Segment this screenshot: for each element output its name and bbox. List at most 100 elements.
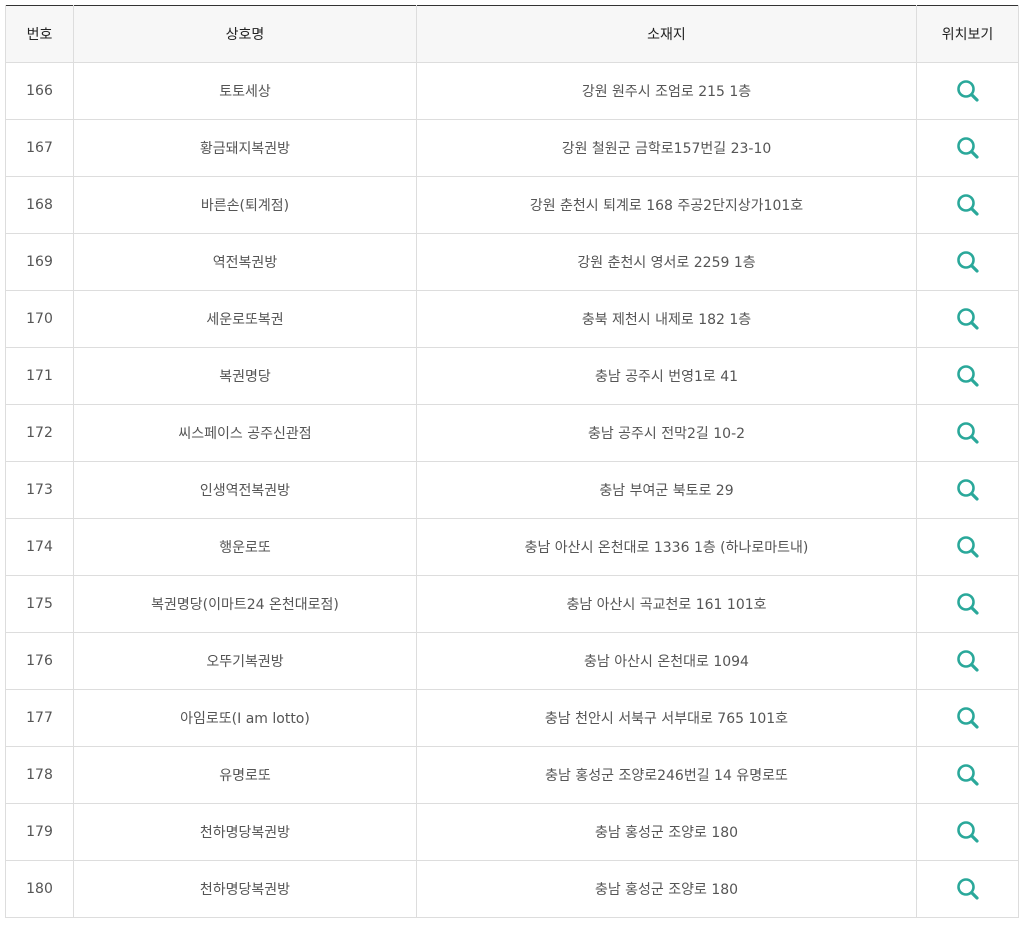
search-icon (956, 365, 979, 387)
store-address: 충남 공주시 전막2길 10-2 (416, 404, 917, 462)
view-location-button[interactable] (954, 191, 982, 219)
store-number: 170 (5, 290, 74, 348)
store-address: 충남 부여군 북토로 29 (416, 461, 917, 519)
store-name: 인생역전복권방 (73, 461, 417, 519)
store-address: 강원 춘천시 영서로 2259 1층 (416, 233, 917, 291)
table-row: 173 인생역전복권방 충남 부여군 북토로 29 (5, 461, 1019, 519)
search-icon (956, 650, 979, 672)
view-location-button[interactable] (954, 647, 982, 675)
store-name: 씨스페이스 공주신관점 (73, 404, 417, 462)
table-body: 166 토토세상 강원 원주시 조엄로 215 1층 167 황금돼지복권방 강… (5, 62, 1019, 918)
search-icon (956, 251, 979, 273)
table-row: 180 천하명당복권방 충남 홍성군 조양로 180 (5, 860, 1019, 918)
map-cell (916, 290, 1019, 348)
search-icon (956, 80, 979, 102)
store-number: 166 (5, 62, 74, 120)
store-number: 180 (5, 860, 74, 918)
map-cell (916, 803, 1019, 861)
header-number: 번호 (5, 5, 74, 63)
view-location-button[interactable] (954, 875, 982, 903)
search-icon (956, 308, 979, 330)
search-icon (956, 821, 979, 843)
table-row: 167 황금돼지복권방 강원 철원군 금학로157번길 23-10 (5, 119, 1019, 177)
map-cell (916, 746, 1019, 804)
table-row: 172 씨스페이스 공주신관점 충남 공주시 전막2길 10-2 (5, 404, 1019, 462)
search-icon (956, 479, 979, 501)
store-number: 174 (5, 518, 74, 576)
map-cell (916, 461, 1019, 519)
store-address: 충남 아산시 온천대로 1336 1층 (하나로마트내) (416, 518, 917, 576)
table-row: 174 행운로또 충남 아산시 온천대로 1336 1층 (하나로마트내) (5, 518, 1019, 576)
store-address: 강원 춘천시 퇴계로 168 주공2단지상가101호 (416, 176, 917, 234)
store-number: 179 (5, 803, 74, 861)
store-name: 복권명당 (73, 347, 417, 405)
store-address: 충남 아산시 온천대로 1094 (416, 632, 917, 690)
table-row: 179 천하명당복권방 충남 홍성군 조양로 180 (5, 803, 1019, 861)
table-row: 175 복권명당(이마트24 온천대로점) 충남 아산시 곡교천로 161 10… (5, 575, 1019, 633)
store-name: 역전복권방 (73, 233, 417, 291)
map-cell (916, 689, 1019, 747)
store-address: 강원 철원군 금학로157번길 23-10 (416, 119, 917, 177)
map-cell (916, 404, 1019, 462)
table-row: 166 토토세상 강원 원주시 조엄로 215 1층 (5, 62, 1019, 120)
view-location-button[interactable] (954, 704, 982, 732)
store-address: 충남 홍성군 조양로 180 (416, 860, 917, 918)
table-header-row: 번호 상호명 소재지 위치보기 (5, 5, 1019, 63)
map-cell (916, 119, 1019, 177)
view-location-button[interactable] (954, 419, 982, 447)
search-icon (956, 764, 979, 786)
store-list-table: 번호 상호명 소재지 위치보기 166 토토세상 강원 원주시 조엄로 215 … (5, 5, 1019, 918)
header-address: 소재지 (416, 5, 917, 63)
header-name: 상호명 (73, 5, 417, 63)
search-icon (956, 878, 979, 900)
map-cell (916, 518, 1019, 576)
store-name: 토토세상 (73, 62, 417, 120)
table-row: 178 유명로또 충남 홍성군 조양로246번길 14 유명로또 (5, 746, 1019, 804)
search-icon (956, 422, 979, 444)
header-map: 위치보기 (916, 5, 1019, 63)
store-name: 천하명당복권방 (73, 803, 417, 861)
store-address: 충남 천안시 서북구 서부대로 765 101호 (416, 689, 917, 747)
table-row: 171 복권명당 충남 공주시 번영1로 41 (5, 347, 1019, 405)
map-cell (916, 632, 1019, 690)
store-number: 173 (5, 461, 74, 519)
view-location-button[interactable] (954, 533, 982, 561)
view-location-button[interactable] (954, 362, 982, 390)
map-cell (916, 347, 1019, 405)
store-name: 바른손(퇴계점) (73, 176, 417, 234)
store-name: 복권명당(이마트24 온천대로점) (73, 575, 417, 633)
table-row: 168 바른손(퇴계점) 강원 춘천시 퇴계로 168 주공2단지상가101호 (5, 176, 1019, 234)
store-name: 행운로또 (73, 518, 417, 576)
store-address: 충남 홍성군 조양로 180 (416, 803, 917, 861)
store-number: 169 (5, 233, 74, 291)
store-number: 177 (5, 689, 74, 747)
view-location-button[interactable] (954, 476, 982, 504)
view-location-button[interactable] (954, 818, 982, 846)
view-location-button[interactable] (954, 305, 982, 333)
table-row: 170 세운로또복권 충북 제천시 내제로 182 1층 (5, 290, 1019, 348)
view-location-button[interactable] (954, 590, 982, 618)
view-location-button[interactable] (954, 761, 982, 789)
map-cell (916, 233, 1019, 291)
store-name: 유명로또 (73, 746, 417, 804)
view-location-button[interactable] (954, 77, 982, 105)
store-name: 아임로또(I am lotto) (73, 689, 417, 747)
map-cell (916, 62, 1019, 120)
table-row: 177 아임로또(I am lotto) 충남 천안시 서북구 서부대로 765… (5, 689, 1019, 747)
search-icon (956, 707, 979, 729)
store-name: 세운로또복권 (73, 290, 417, 348)
store-address: 충남 아산시 곡교천로 161 101호 (416, 575, 917, 633)
store-number: 167 (5, 119, 74, 177)
store-name: 황금돼지복권방 (73, 119, 417, 177)
search-icon (956, 137, 979, 159)
store-number: 172 (5, 404, 74, 462)
store-number: 175 (5, 575, 74, 633)
search-icon (956, 593, 979, 615)
search-icon (956, 536, 979, 558)
map-cell (916, 176, 1019, 234)
store-address: 충북 제천시 내제로 182 1층 (416, 290, 917, 348)
store-number: 178 (5, 746, 74, 804)
view-location-button[interactable] (954, 248, 982, 276)
map-cell (916, 575, 1019, 633)
view-location-button[interactable] (954, 134, 982, 162)
